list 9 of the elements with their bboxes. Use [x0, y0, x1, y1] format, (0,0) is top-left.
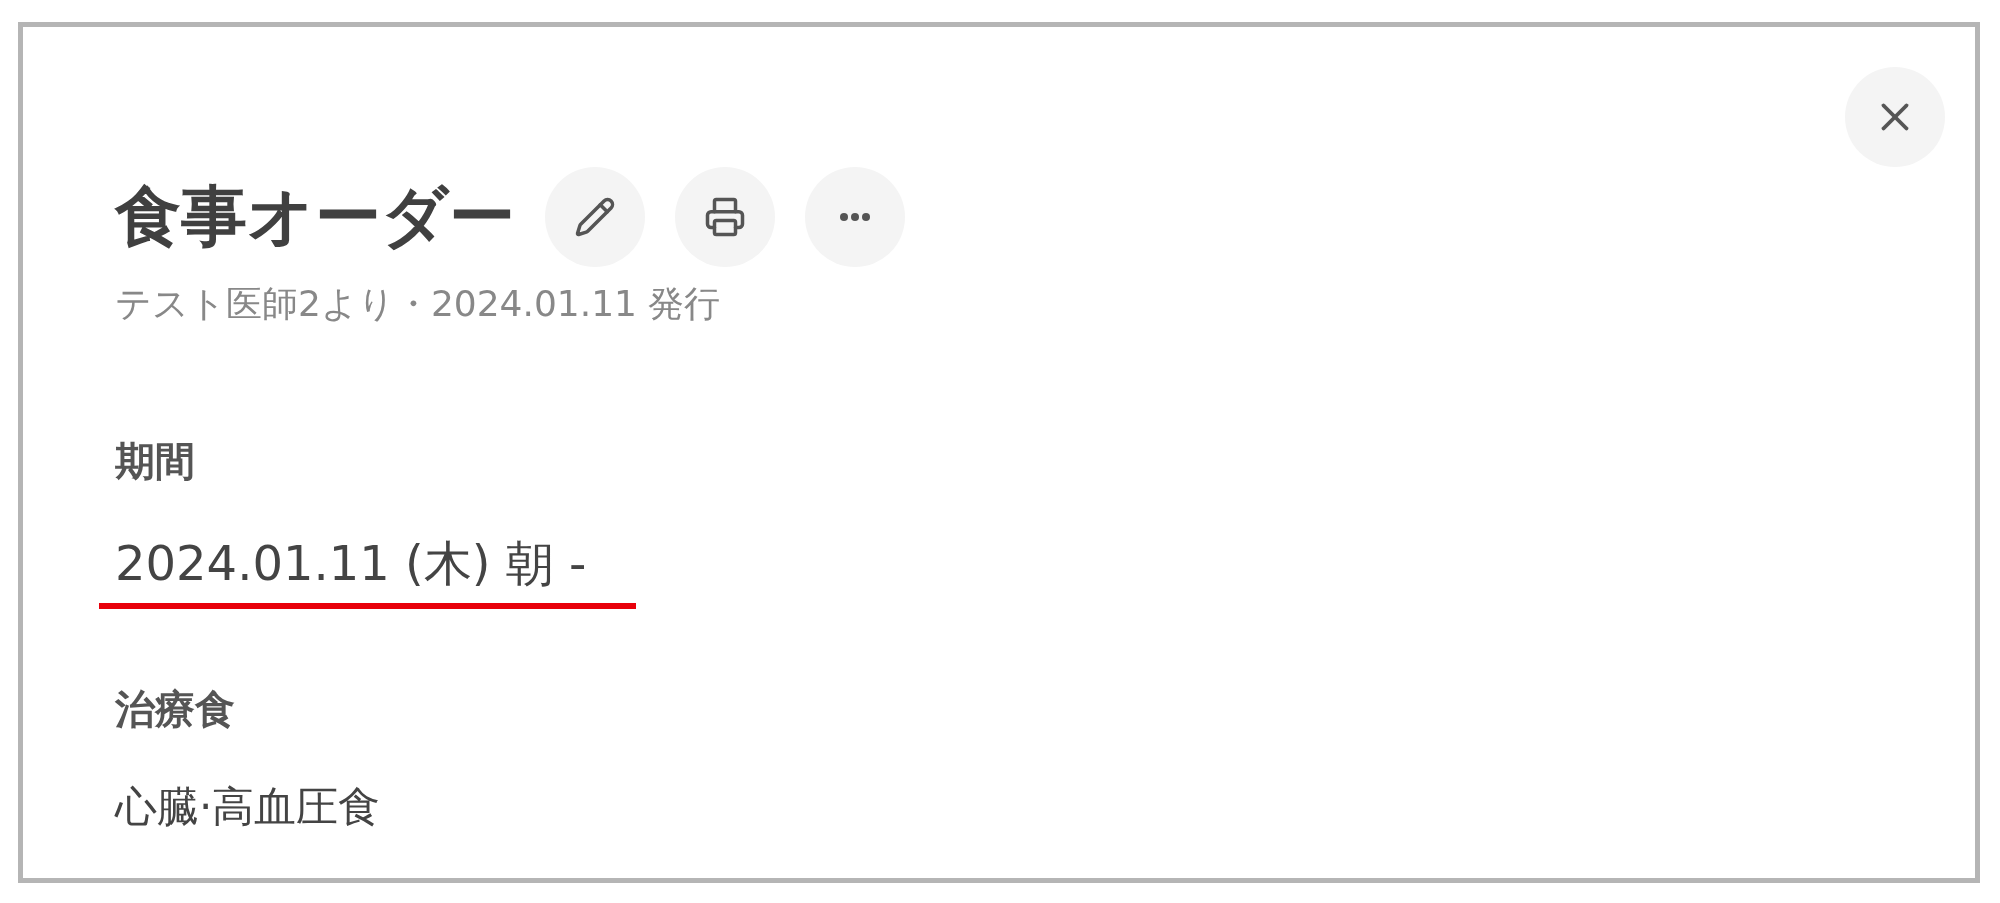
dialog-title: 食事オーダー	[115, 184, 515, 250]
field-value: 2024.01.11 (木) 朝 -	[99, 527, 637, 609]
printer-icon	[704, 196, 746, 238]
dialog-subtitle: テスト医師2より・2024.01.11 発行	[115, 282, 722, 326]
more-icon	[840, 213, 870, 221]
field-value: 心臓·高血圧食	[115, 781, 381, 833]
pencil-icon	[574, 196, 616, 238]
field-label: 期間	[115, 437, 195, 486]
field-label: 治療食	[115, 685, 235, 734]
